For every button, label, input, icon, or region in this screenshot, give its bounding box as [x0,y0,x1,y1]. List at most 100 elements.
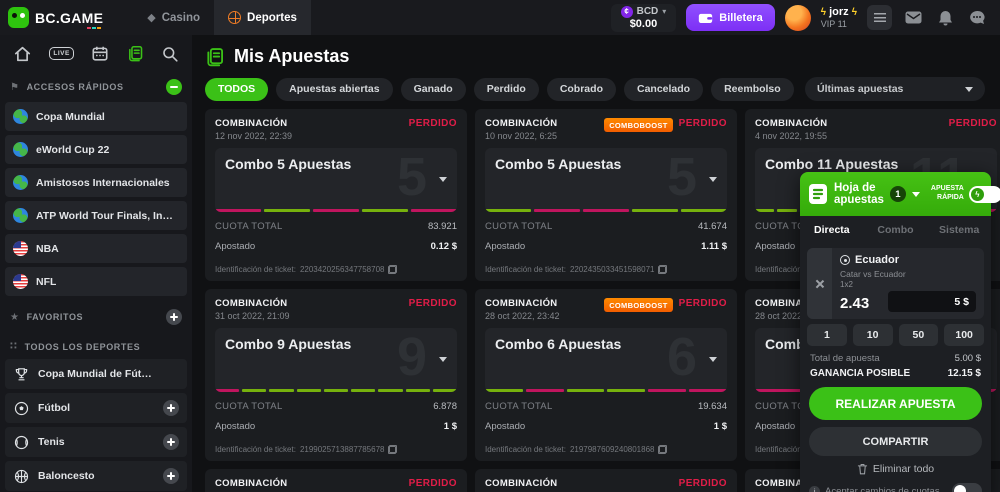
leg-segment [378,389,402,392]
top-nav-tab[interactable]: ◆ Casino [133,0,214,35]
sidebar-sport-item[interactable]: Fútbol [5,393,187,423]
sidebar-quick-item[interactable]: ATP World Tour Finals, Indiv. Masc. [5,201,187,230]
basketball-icon [228,11,241,24]
bet-card[interactable]: COMBINACIÓN 12 nov 2022, 22:39 PERDIDO 5… [205,109,467,281]
sidebar-item-label: NFL [36,276,56,288]
star-icon: ★ [10,312,20,323]
bet-slip-tabs: Directa Combo Sistema [800,216,991,243]
search-button[interactable] [162,46,178,62]
selection-odds: 2.43 [840,295,869,312]
leg-segment [324,389,348,392]
filter-pill[interactable]: TODOS [205,78,268,101]
clear-all-button[interactable]: Eliminar todo [800,463,991,475]
cuota-value: 6.878 [433,401,457,412]
league-icon [13,175,28,190]
combo-panel[interactable]: 9 Combo 9 Apuestas [215,328,457,392]
leg-segment [406,389,430,392]
brand-logo[interactable]: BC.GAME [0,7,113,28]
copy-icon[interactable] [658,265,667,274]
cuota-value: 83.921 [428,221,457,232]
avatar[interactable] [785,5,811,31]
copy-icon[interactable] [388,265,397,274]
quick-bet-toggle[interactable]: ϟ [969,186,1000,203]
collapse-minus-button[interactable] [166,79,182,95]
sidebar-quick-item[interactable]: Copa Mundial [5,102,187,131]
live-button[interactable]: LIVE [49,47,73,60]
copy-icon[interactable] [388,445,397,454]
quick-stake-button[interactable]: 10 [853,324,893,346]
messages-button[interactable] [902,11,924,24]
accept-odds-toggle[interactable] [952,483,982,492]
bet-slip-tab[interactable]: Directa [800,224,864,236]
filter-pill[interactable]: Cancelado [624,78,703,101]
calendar-button[interactable] [92,46,108,61]
bet-list-button[interactable] [867,5,892,30]
combo-panel[interactable]: 5 Combo 5 Apuestas [485,148,727,212]
league-icon [13,142,28,157]
copy-icon[interactable] [658,445,667,454]
sidebar-icon-row: LIVE [0,35,192,70]
filter-pill[interactable]: Reembolso [711,78,794,101]
combo-panel[interactable]: 5 Combo 5 Apuestas [215,148,457,212]
bet-slip-tab[interactable]: Sistema [927,224,991,236]
combo-panel[interactable]: 6 Combo 6 Apuestas [485,328,727,392]
chevron-down-icon[interactable] [709,177,717,182]
sidebar-quick-item[interactable]: Amistosos Internacionales [5,168,187,197]
stake-input[interactable]: 5 $ [888,291,976,312]
chevron-down-icon[interactable] [439,357,447,362]
sidebar-quick-item[interactable]: eWorld Cup 22 [5,135,187,164]
bet-card[interactable]: COMBINACIÓN 10 nov 2022, 6:25 COMBOBOOST… [475,109,737,281]
filter-pill[interactable]: Ganado [401,78,466,101]
chevron-down-icon[interactable] [709,357,717,362]
filter-pill-label: Perdido [487,83,526,95]
chat-button[interactable] [966,10,988,25]
home-button[interactable] [14,46,31,62]
combo-title: Combo 9 Apuestas [225,336,447,352]
filter-pill[interactable]: Apuestas abiertas [276,78,392,101]
place-bet-button[interactable]: REALIZAR APUESTA [809,387,982,420]
bet-card[interactable]: COMBINACIÓN 28 oct 2022, 23:42 COMBOBOOS… [475,289,737,461]
apostado-label: Apostado [215,421,255,432]
share-button[interactable]: COMPARTIR [809,427,982,456]
chevron-down-icon: ▾ [662,7,666,16]
sort-dropdown[interactable]: Últimas apuestas [805,77,985,101]
bet-card[interactable]: COMBINACIÓN 31 oct 2022, 21:09 PERDIDO 9… [205,289,467,461]
expand-plus-button[interactable] [163,434,179,450]
quick-stake-button[interactable]: 100 [944,324,984,346]
top-nav-tab[interactable]: Deportes [214,0,311,35]
apostado-value: 0.12 $ [431,241,457,252]
status-badge: PERDIDO [409,298,457,309]
sidebar-quick-item[interactable]: NBA [5,234,187,263]
topbar-right: ¢ BCD ▾ $0.00 Billetera ϟ jorz ϟ VIP 11 [611,4,1000,32]
my-bets-button[interactable] [127,45,144,62]
quick-access-title: ACCESOS RÁPIDOS [27,82,124,92]
bet-date: 12 nov 2022, 22:39 [215,131,292,141]
sidebar-sport-item[interactable]: Tenis [5,427,187,457]
leg-segment [607,389,645,392]
bet-slip-tab[interactable]: Combo [864,224,928,236]
sidebar-sport-item[interactable]: Copa Mundial de Fútbol de 2022 [5,359,187,389]
leg-segment [215,209,261,212]
sidebar-item-label: Copa Mundial de Fútbol de 2022 [38,368,155,380]
chevron-down-icon[interactable] [439,177,447,182]
bell-icon [938,10,953,26]
sidebar-quick-item[interactable]: NFL [5,267,187,296]
quick-stake-button[interactable]: 1 [807,324,847,346]
add-favorite-button[interactable] [166,309,182,325]
filter-pill[interactable]: Cobrado [547,78,616,101]
combo-title: Combo 11 Apuestas [765,156,987,172]
quick-stake-button[interactable]: 50 [899,324,939,346]
wallet-button[interactable]: Billetera [686,4,774,31]
notifications-button[interactable] [934,10,956,26]
currency-selector[interactable]: ¢ BCD ▾ $0.00 [611,4,677,32]
filter-pill[interactable]: Perdido [474,78,539,101]
all-sports-title: TODOS LOS DEPORTES [25,342,141,352]
bet-card[interactable]: COMBINACIÓN 27 oct 2022, 2:25 PERDIDO [205,469,467,492]
bet-card[interactable]: COMBINACIÓN 26 oct 2022, 11:39 PERDIDO [475,469,737,492]
expand-plus-button[interactable] [163,400,179,416]
remove-selection-button[interactable] [807,248,832,319]
user-block[interactable]: ϟ jorz ϟ VIP 11 [821,6,857,30]
sidebar-sport-item[interactable]: Baloncesto [5,461,187,491]
expand-plus-button[interactable] [163,468,179,484]
chevron-down-icon[interactable] [912,192,920,197]
